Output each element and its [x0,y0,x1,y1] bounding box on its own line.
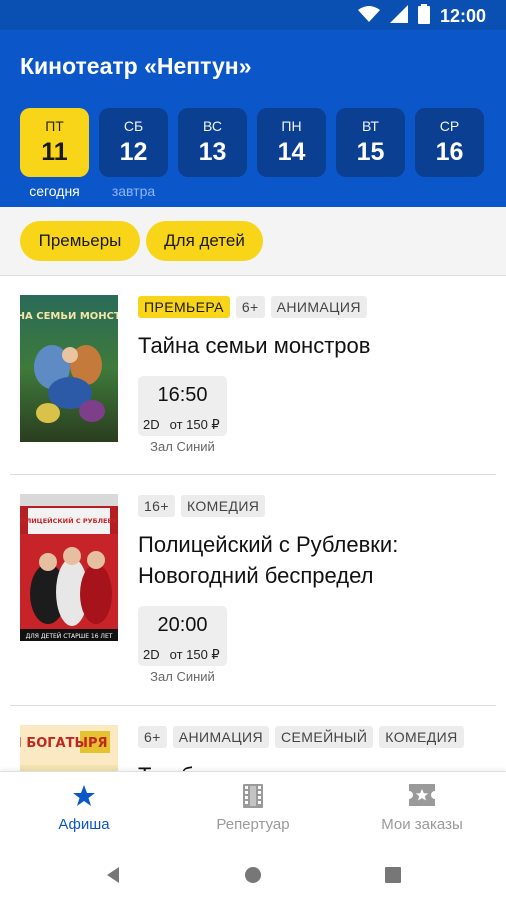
wifi-icon [357,6,380,27]
date-item[interactable]: ВТ 15 [336,108,405,200]
date-item[interactable]: ПТ 11 сегодня [20,108,89,200]
date-weekday: СР [439,118,460,134]
nav-item-repertoire[interactable]: Репертуар [169,772,337,850]
date-caption [415,183,484,200]
tag-age: 6+ [235,296,265,318]
nav-item-orders[interactable]: Мои заказы [338,772,506,850]
movie-poster[interactable]: ТАЙНА СЕМЬИ МОНСТРОВ [0,295,144,442]
page-title: Кинотеатр «Нептун» [20,53,252,79]
filter-chip-premieres[interactable]: Премьеры [20,221,140,261]
date-weekday: СБ [123,118,144,134]
session-hall: Зал Синий [150,669,215,684]
header: Кинотеатр «Нептун» ПТ 11 сегодня СБ 12 з… [0,30,506,207]
movie-title[interactable]: Полицейский с Рублевки: Новогодний беспр… [138,529,478,591]
movie-card[interactable]: ТАЙНА СЕМЬИ МОНСТРОВ ПРЕМЬЕРА 6+ АНИМАЦИ… [0,276,506,474]
system-navigation [0,849,506,900]
date-box[interactable]: СБ 12 [99,108,168,177]
session-info: 2D от 150 ₽ [143,647,220,663]
status-time: 12:00 [439,6,486,26]
session-time: 16:50 [157,384,208,406]
movie-card[interactable]: ПОЛИЦЕЙСКИЙ С РУБЛЕВКИ ДЛЯ ДЕТЕЙ СТАРШЕ … [0,475,506,705]
recents-icon[interactable] [380,862,406,888]
nav-label: Афиша [58,816,110,833]
date-item[interactable]: СР 16 [415,108,484,200]
date-item[interactable]: ПН 14 [257,108,326,200]
date-weekday: ПТ [45,118,64,134]
date-caption: завтра [111,183,156,199]
tag-age: 6+ [138,726,167,748]
movie-poster[interactable]: ТРИ БОГАТЫРЯ [0,725,118,771]
date-weekday: ВС [203,118,222,134]
nav-item-afisha[interactable]: Афиша [0,772,168,850]
date-caption [336,183,405,200]
tag-genre: КОМЕДИЯ [379,726,464,748]
back-icon[interactable] [100,862,126,888]
session-info: 2D от 150 ₽ [143,417,220,433]
movie-tags: ПРЕМЬЕРА 6+ АНИМАЦИЯ [138,296,367,318]
ticket-icon [338,784,506,808]
date-item[interactable]: СБ 12 завтра [99,108,168,200]
date-item[interactable]: ВС 13 [178,108,247,200]
tag-genre: АНИМАЦИЯ [172,726,270,748]
date-weekday: ВТ [362,118,379,134]
session-button[interactable]: 16:50 2D от 150 ₽ [138,376,227,436]
filter-chip-kids[interactable]: Для детей [146,221,263,261]
session-format: 2D [143,417,160,432]
home-icon[interactable] [240,862,266,888]
nav-label: Репертуар [216,816,290,833]
date-number: 11 [41,138,68,166]
tag-genre: КОМЕДИЯ [180,495,266,517]
poster-title: ТРИ БОГАТЫРЯ [20,736,107,751]
date-number: 13 [198,138,227,166]
poster-title: ТАЙНА СЕМЬИ МОНСТРОВ [20,309,118,322]
status-bar: 12:00 [0,0,506,30]
date-number: 15 [356,138,385,166]
tag-age: 16+ [138,495,175,517]
tag-premiere: ПРЕМЬЕРА [138,296,230,318]
movie-card[interactable]: ТРИ БОГАТЫРЯ 6+ АНИМАЦИЯ СЕМЕЙНЫЙ КОМЕДИ… [0,706,506,771]
session-price: от 150 ₽ [169,417,220,432]
film-icon [169,784,337,808]
session-button[interactable]: 20:00 2D от 150 ₽ [138,606,227,666]
date-box[interactable]: ПТ 11 [20,108,89,177]
movie-tags: 16+ КОМЕДИЯ [138,495,266,517]
nav-label: Мои заказы [381,816,463,833]
date-number: 12 [119,138,148,166]
poster-title: ПОЛИЦЕЙСКИЙ С РУБЛЕВКИ [20,516,118,525]
session-format: 2D [143,647,160,662]
tag-genre: АНИМАЦИЯ [270,296,367,318]
date-weekday: ПН [281,118,302,134]
date-caption [178,183,247,200]
date-number: 14 [277,138,306,166]
filter-bar: Премьеры Для детей [0,207,506,276]
session-price: от 150 ₽ [169,647,220,662]
date-number: 16 [435,138,464,166]
star-icon [0,784,168,808]
movie-title[interactable]: Три богатыря и наследница [138,760,478,771]
date-box[interactable]: ВТ 15 [336,108,405,177]
movie-tags: 6+ АНИМАЦИЯ СЕМЕЙНЫЙ КОМЕДИЯ [138,726,464,748]
date-box[interactable]: ВС 13 [178,108,247,177]
battery-icon [417,4,430,29]
poster-footer: ДЛЯ ДЕТЕЙ СТАРШЕ 16 ЛЕТ [26,633,113,640]
session-time: 20:00 [157,614,208,636]
date-box[interactable]: СР 16 [415,108,484,177]
date-caption: сегодня [29,183,80,199]
date-picker: ПТ 11 сегодня СБ 12 завтра ВС 13 ПН 14 В… [20,108,484,200]
date-caption [257,183,326,200]
tag-genre: СЕМЕЙНЫЙ [275,726,374,748]
movie-title[interactable]: Тайна семьи монстров [138,330,478,361]
date-box[interactable]: ПН 14 [257,108,326,177]
bottom-navigation: Афиша Репертуар Мои заказы [0,771,506,850]
session-hall: Зал Синий [150,439,215,454]
movie-poster[interactable]: ПОЛИЦЕЙСКИЙ С РУБЛЕВКИ ДЛЯ ДЕТЕЙ СТАРШЕ … [15,494,123,641]
signal-icon [389,5,408,28]
